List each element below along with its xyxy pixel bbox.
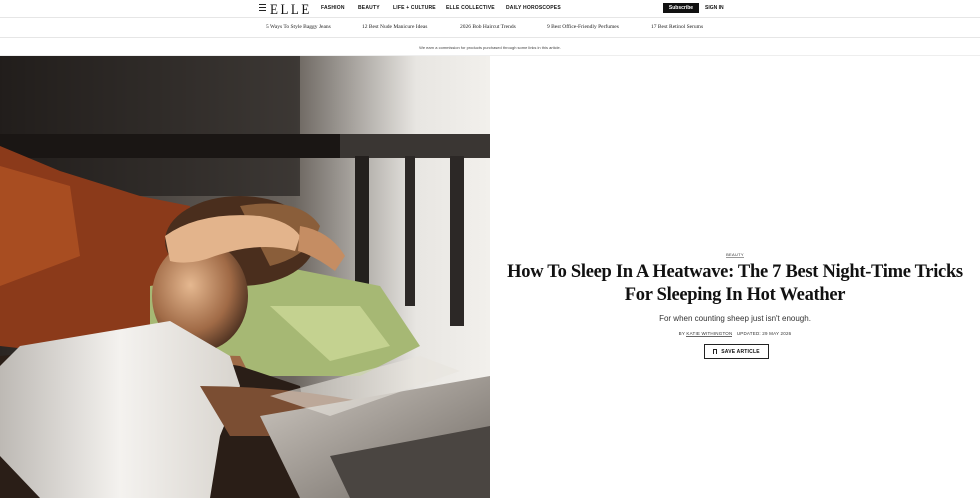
trending-bar: 5 Ways To Style Baggy Jeans 12 Best Nude… (0, 17, 980, 38)
headline-line-2: For Sleeping In Hot Weather (624, 285, 846, 305)
trending-link[interactable]: 5 Ways To Style Baggy Jeans (266, 24, 331, 30)
menu-icon[interactable] (259, 4, 266, 11)
hero-image (0, 56, 490, 498)
nav-beauty[interactable]: BEAUTY (358, 5, 380, 11)
headline-line-1: How To Sleep In A Heatwave: The 7 Best N… (507, 262, 963, 282)
bookmark-icon (713, 349, 718, 355)
byline-prefix: BY (678, 331, 685, 336)
article-dek: For when counting sheep just isn't enoug… (659, 314, 811, 323)
save-article-button[interactable]: SAVE ARTICLE (704, 344, 769, 359)
nav-life-culture[interactable]: LIFE + CULTURE (393, 5, 436, 11)
author-link[interactable]: KATIE WITHINGTON (686, 331, 733, 337)
trending-link[interactable]: 12 Best Nude Manicure Ideas (362, 24, 427, 30)
byline: BY KATIE WITHINGTON UPDATED: 29 MAY 2026 (490, 331, 980, 337)
trending-link[interactable]: 17 Best Retinol Serums (651, 24, 703, 30)
elle-logo[interactable]: ELLE (270, 0, 312, 18)
affiliate-disclaimer: We earn a commission for products purcha… (419, 45, 561, 50)
subscribe-button[interactable]: Subscribe (663, 3, 699, 13)
article-headline: How To Sleep In A Heatwave: The 7 Best N… (490, 261, 980, 307)
nav-daily-horoscopes[interactable]: DAILY HOROSCOPES (506, 5, 561, 11)
top-nav: ELLE FASHION BEAUTY LIFE + CULTURE ELLE … (0, 0, 980, 18)
category-label[interactable]: BEAUTY (490, 252, 980, 258)
trending-link[interactable]: 2026 Bob Haircut Trends (460, 24, 516, 30)
category-text[interactable]: BEAUTY (726, 252, 744, 258)
save-article-label: SAVE ARTICLE (721, 348, 760, 355)
hero-photo (0, 56, 490, 498)
signin-link[interactable]: SIGN IN (705, 5, 724, 11)
trending-link[interactable]: 9 Best Office-Friendly Perfumes (547, 24, 619, 30)
updated-date: UPDATED: 29 MAY 2026 (736, 331, 792, 336)
nav-elle-collective[interactable]: ELLE COLLECTIVE (446, 5, 495, 11)
nav-fashion[interactable]: FASHION (321, 5, 345, 11)
